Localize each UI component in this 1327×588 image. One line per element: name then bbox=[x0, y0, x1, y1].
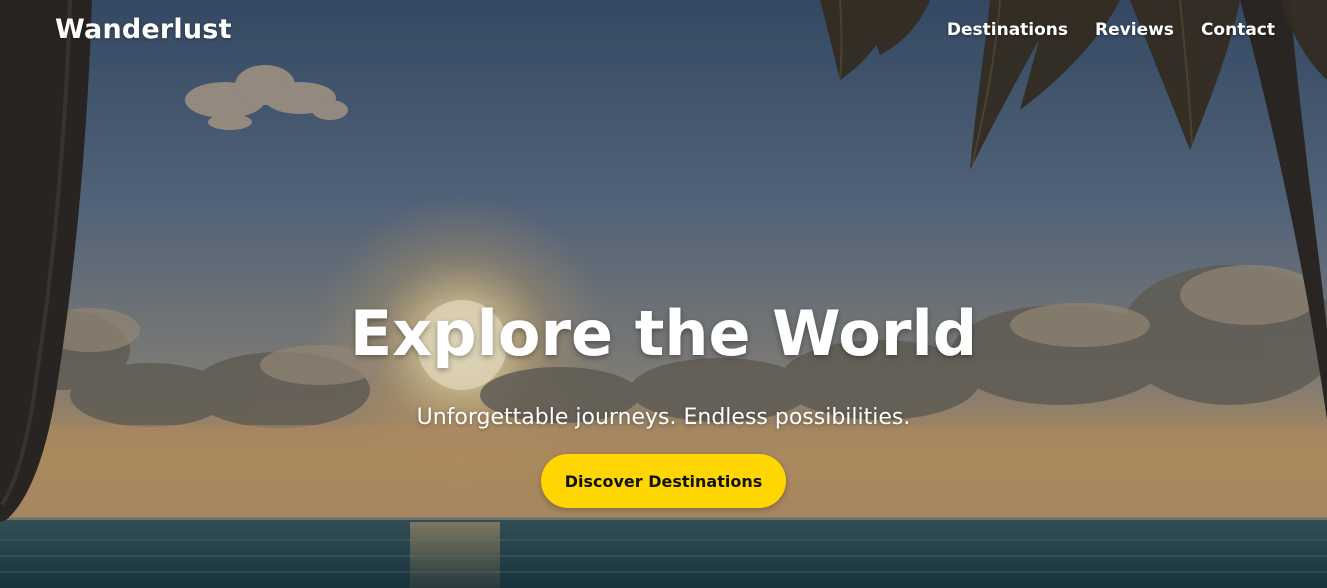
nav-link-reviews[interactable]: Reviews bbox=[1095, 20, 1174, 40]
nav-link-contact[interactable]: Contact bbox=[1201, 20, 1275, 40]
nav-link-destinations[interactable]: Destinations bbox=[947, 20, 1068, 40]
brand-logo[interactable]: Wanderlust bbox=[55, 14, 232, 45]
hero-section: Wanderlust Destinations Reviews Contact … bbox=[0, 0, 1327, 588]
navbar: Wanderlust Destinations Reviews Contact bbox=[0, 0, 1327, 64]
hero-subtitle: Unforgettable journeys. Endless possibil… bbox=[416, 405, 911, 430]
discover-destinations-button[interactable]: Discover Destinations bbox=[541, 454, 786, 508]
hero-title: Explore the World bbox=[349, 297, 978, 370]
hero-content: Explore the World Unforgettable journeys… bbox=[0, 292, 1327, 508]
nav-links: Destinations Reviews Contact bbox=[947, 20, 1275, 40]
